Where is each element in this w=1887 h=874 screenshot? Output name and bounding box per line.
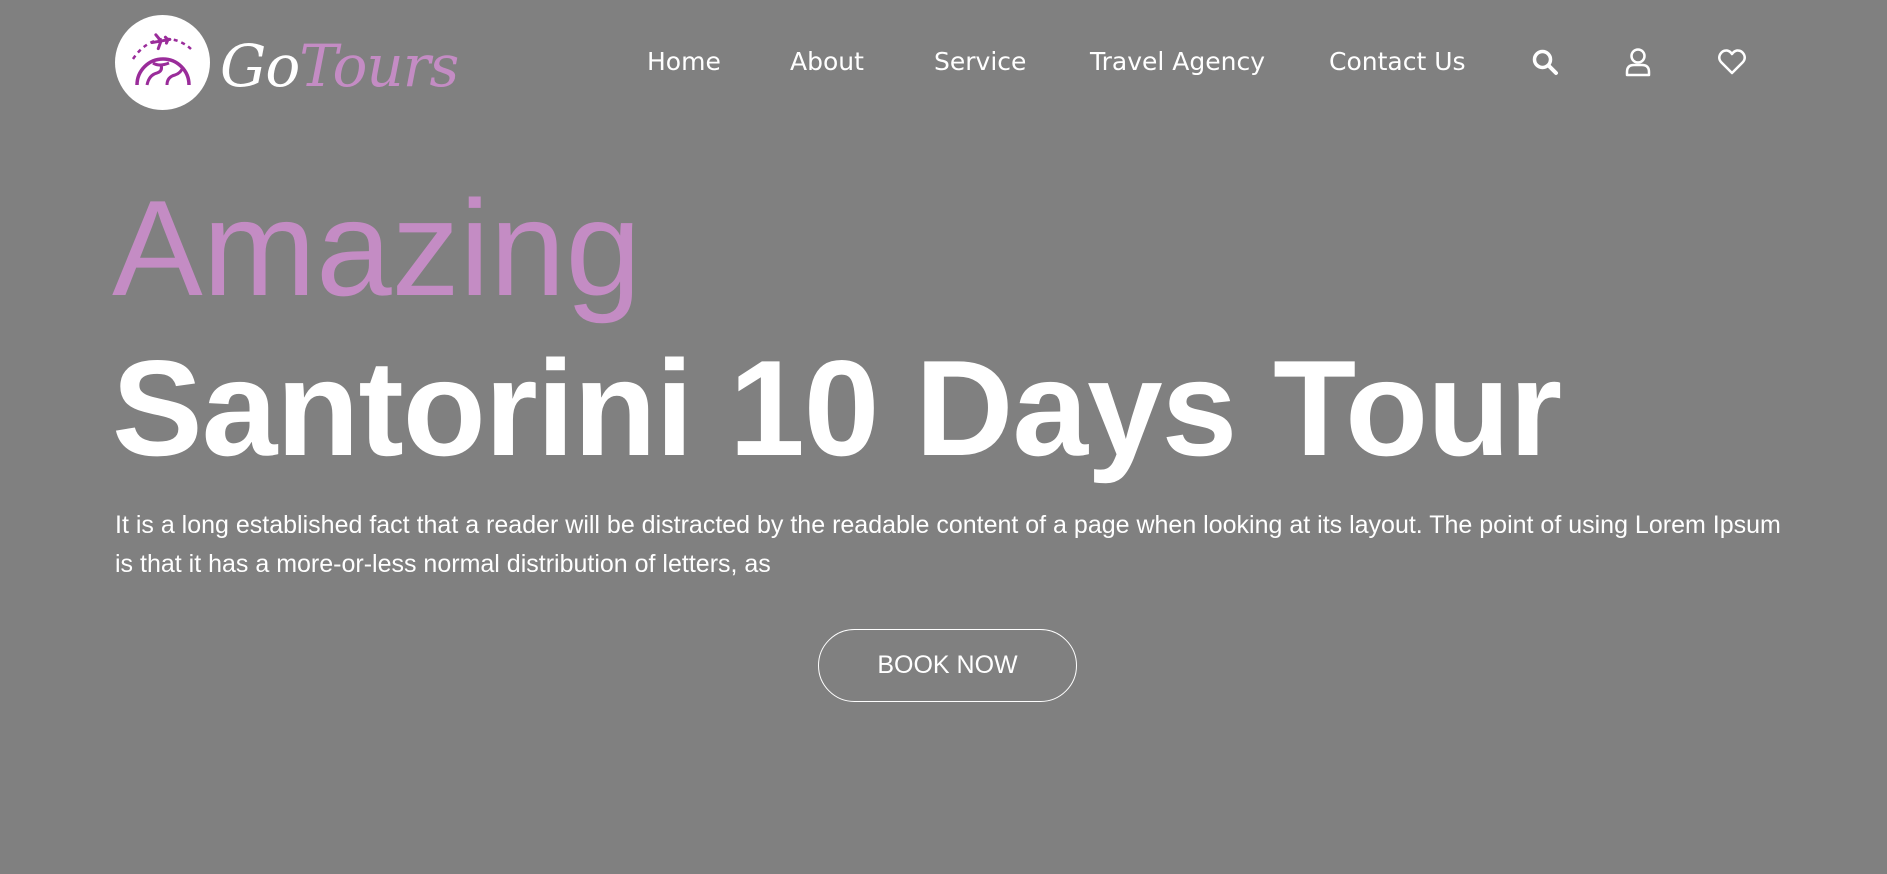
hero-description: It is a long established fact that a rea… [115,511,1781,578]
search-icon[interactable] [1529,46,1561,78]
book-now-button[interactable]: BOOK NOW [818,629,1077,702]
heart-icon[interactable] [1716,46,1748,78]
hero-title: Santorini 10 Days Tour [112,332,1562,484]
nav-link-travel-agency[interactable]: Travel Agency [1090,44,1265,80]
nav-link-about[interactable]: About [790,44,864,80]
nav-link-service[interactable]: Service [934,44,1026,80]
hero-accent-heading: Amazing [112,172,642,324]
main-nav: Home About Service Travel Agency Contact… [0,44,1887,80]
user-icon[interactable] [1622,46,1654,78]
nav-link-home[interactable]: Home [647,44,721,80]
page: GoTours Home About Service Travel Agency… [0,0,1887,874]
nav-link-contact-us[interactable]: Contact Us [1329,44,1466,80]
